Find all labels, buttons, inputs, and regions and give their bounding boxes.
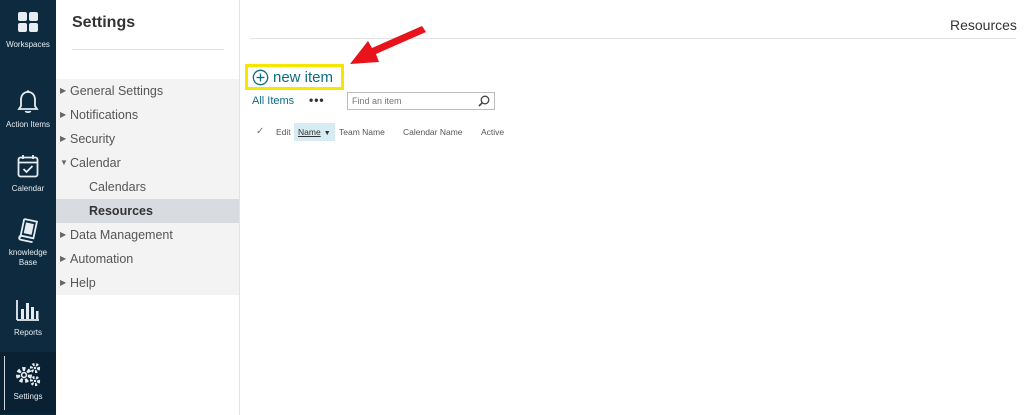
plus-circle-icon [252,69,269,85]
new-item-label: new item [273,68,334,86]
rail-item-calendar[interactable]: Calendar [0,144,56,206]
caret-right-icon: ▶ [60,134,67,143]
rail-label: Settings [13,392,43,401]
red-arrow-icon [350,26,426,64]
column-header-edit: Edit [276,127,291,137]
rail-label: knowledge Base [8,248,48,267]
settings-nav: Settings ▶ General Settings ▶ Notificati… [56,0,240,415]
caret-right-icon: ▶ [60,86,67,95]
nav-item-notifications[interactable]: ▶ Notifications [56,103,239,127]
nav-item-calendars[interactable]: Calendars [56,175,239,199]
caret-down-icon: ▼ [60,158,68,167]
nav-item-data-management[interactable]: ▶ Data Management [56,223,239,247]
caret-right-icon: ▶ [60,278,67,287]
column-header-team-name[interactable]: Team Name [339,123,385,141]
nav-item-label: Calendar [70,156,121,170]
nav-item-label: Notifications [70,108,139,122]
nav-item-label: Calendars [89,180,146,194]
rail-label: Workspaces [6,40,50,49]
nav-item-label: General Settings [70,84,164,98]
select-all-checkmark[interactable]: ✓ [256,123,264,141]
nav-item-general-settings[interactable]: ▶ General Settings [56,79,239,103]
nav-item-label: Resources [89,204,153,218]
sort-down-icon: ▼ [323,130,331,137]
column-name-label: Name [298,127,321,137]
search-icon[interactable] [477,94,491,108]
rail-item-reports[interactable]: Reports [0,288,56,350]
new-item-button[interactable]: new item [245,64,344,90]
column-header-name[interactable]: Name ▼ [294,123,335,141]
rail-item-knowledge-base[interactable]: knowledge Base [0,208,56,270]
search-box [347,92,495,110]
gears-icon [14,360,42,388]
search-input[interactable] [352,94,472,108]
nav-item-automation[interactable]: ▶ Automation [56,247,239,271]
caret-right-icon: ▶ [60,254,67,263]
caret-right-icon: ▶ [60,110,67,119]
rail-item-settings[interactable]: Settings [0,352,56,414]
caret-right-icon: ▶ [60,230,67,239]
rail-label: Action Items [5,120,50,129]
nav-item-calendar[interactable]: ▼ Calendar [56,151,239,175]
app-rail: Workspaces Action Items Calendar knowled… [0,0,56,415]
view-all-items-link[interactable]: All Items [252,95,294,107]
nav-item-resources[interactable]: Resources [56,199,239,223]
nav-item-help[interactable]: ▶ Help [56,271,239,295]
column-header-active[interactable]: Active [481,123,504,141]
grid-icon [14,8,42,36]
nav-item-label: Data Management [70,228,173,242]
rail-label: Calendar [11,184,45,193]
nav-item-label: Security [70,132,116,146]
book-icon [14,216,42,244]
page-title: Resources [950,17,1017,33]
rail-label: Reports [13,328,42,337]
nav-title: Settings [72,14,136,31]
calendar-icon [14,152,42,180]
bell-icon [14,88,42,116]
nav-divider [72,49,224,50]
nav-item-label: Help [70,276,96,290]
nav-item-label: Automation [70,252,134,266]
bar-chart-icon [14,296,42,324]
nav-item-security[interactable]: ▶ Security [56,127,239,151]
rail-item-workspaces[interactable]: Workspaces [0,0,56,62]
more-options-button[interactable]: ••• [309,93,325,107]
column-header-calendar-name[interactable]: Calendar Name [403,123,463,141]
nav-list: ▶ General Settings ▶ Notifications ▶ Sec… [56,79,239,295]
rail-item-action-items[interactable]: Action Items [0,80,56,142]
